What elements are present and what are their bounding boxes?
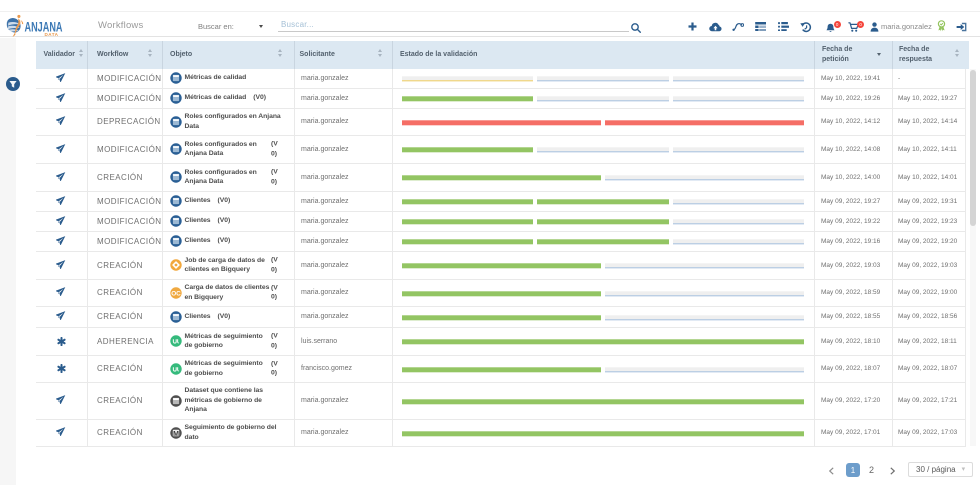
svg-text:DATA: DATA [45,32,59,37]
svg-text:OC: OC [171,290,181,297]
svg-text:M: M [173,430,179,437]
